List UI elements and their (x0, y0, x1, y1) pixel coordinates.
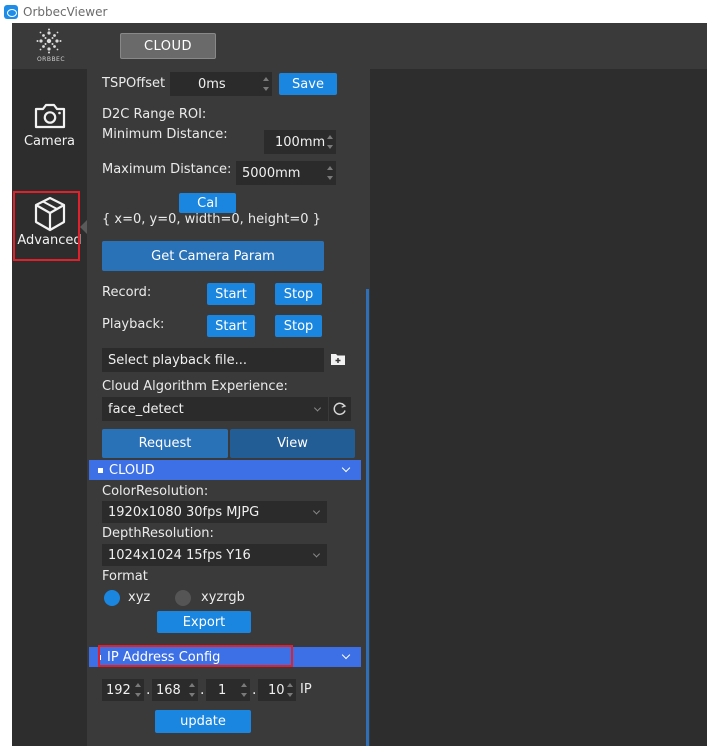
depth-resolution-select[interactable]: 1024x1024 15fps Y16 (102, 544, 327, 566)
view-button[interactable]: View (230, 429, 355, 458)
ip-dot: . (252, 682, 257, 698)
request-button[interactable]: Request (102, 429, 228, 458)
section-bullet-icon (98, 467, 103, 473)
playback-start-button[interactable]: Start (207, 315, 255, 337)
playback-stop-button[interactable]: Stop (275, 315, 322, 337)
record-label: Record: (102, 285, 152, 300)
max-distance-spinner[interactable] (326, 166, 334, 180)
playback-file-input[interactable]: Select playback file... (102, 348, 324, 372)
radio-xyz-label: xyz (128, 590, 151, 605)
depth-resolution-value: 1024x1024 15fps Y16 (108, 547, 251, 563)
depth-resolution-label: DepthResolution: (102, 526, 214, 541)
ip-config-highlight-box (98, 645, 293, 667)
ip-octet-3-value: 1 (218, 682, 227, 698)
cal-button[interactable]: Cal (179, 193, 236, 213)
sidebar-item-camera-label: Camera (23, 134, 76, 149)
orbbec-logo-icon (36, 28, 62, 54)
tsp-offset-spinner[interactable] (262, 77, 270, 91)
roi-readout: { x=0, y=0, width=0, height=0 } (102, 212, 321, 227)
ip-octet-2-value: 168 (156, 682, 181, 698)
ip-dot: . (146, 682, 151, 698)
ip-octet-1[interactable]: 192 (102, 679, 144, 701)
radio-xyz[interactable] (104, 590, 120, 606)
record-stop-button[interactable]: Stop (275, 283, 322, 305)
refresh-button[interactable] (329, 397, 351, 421)
radio-xyzrgb-label: xyzrgb (201, 590, 245, 605)
ip-octet-1-spinner[interactable] (134, 683, 142, 697)
sidebar-active-indicator (80, 220, 87, 234)
sidebar-item-camera[interactable]: Camera (12, 102, 87, 162)
ip-octet-2-spinner[interactable] (188, 683, 196, 697)
app-logo-icon (4, 4, 18, 19)
chevron-down-icon (341, 650, 351, 660)
folder-open-icon[interactable] (331, 353, 345, 365)
export-button[interactable]: Export (157, 611, 251, 633)
tsp-offset-input[interactable]: 0ms (170, 72, 272, 96)
max-distance-label: Maximum Distance: (102, 162, 232, 177)
radio-xyzrgb[interactable] (175, 590, 191, 606)
color-resolution-select[interactable]: 1920x1080 30fps MJPG (102, 501, 327, 523)
min-distance-label: Minimum Distance: (102, 127, 228, 142)
ip-dot: . (200, 682, 205, 698)
min-distance-value: 100mm (275, 134, 326, 150)
cloud-algo-selected: face_detect (108, 401, 184, 417)
ip-octet-1-value: 192 (106, 682, 131, 698)
update-button[interactable]: update (155, 710, 251, 733)
ip-octet-3-spinner[interactable] (240, 683, 248, 697)
min-distance-spinner[interactable] (326, 135, 334, 149)
preview-area (370, 69, 707, 746)
ip-octet-2[interactable]: 168 (152, 679, 198, 701)
panel-scrollbar[interactable] (366, 289, 369, 746)
cloud-mode-button[interactable]: CLOUD (120, 33, 216, 59)
refresh-icon (333, 402, 347, 416)
chevron-down-icon (312, 550, 321, 558)
ip-label: IP (300, 682, 312, 697)
cloud-section-header[interactable]: CLOUD (89, 460, 361, 480)
color-resolution-label: ColorResolution: (102, 484, 209, 499)
window-title: OrbbecViewer (23, 4, 108, 19)
save-button[interactable]: Save (279, 73, 337, 95)
playback-label: Playback: (102, 317, 165, 332)
chevron-down-icon (313, 404, 322, 412)
cloud-algo-select[interactable]: face_detect (102, 397, 328, 421)
cloud-section-title: CLOUD (109, 462, 155, 478)
camera-icon (34, 103, 65, 129)
top-bar: ORBBEC CLOUD (12, 23, 707, 69)
ip-octet-3[interactable]: 1 (206, 679, 250, 701)
cloud-algo-label: Cloud Algorithm Experience: (102, 379, 288, 394)
min-distance-input[interactable]: 100mm (264, 130, 336, 154)
format-label: Format (102, 569, 148, 584)
record-start-button[interactable]: Start (207, 283, 255, 305)
logo-text: ORBBEC (36, 56, 66, 63)
ip-octet-4[interactable]: 10 (258, 679, 296, 701)
advanced-highlight-box (13, 191, 80, 261)
tsp-offset-value: 0ms (198, 76, 226, 92)
d2c-title: D2C Range ROI: (102, 107, 207, 122)
color-resolution-value: 1920x1080 30fps MJPG (108, 504, 260, 520)
chevron-down-icon (312, 507, 321, 515)
sidebar (12, 69, 87, 746)
max-distance-input[interactable]: 5000mm (236, 161, 336, 185)
ip-octet-4-value: 10 (268, 682, 285, 698)
tsp-offset-label: TSPOffset (102, 76, 166, 91)
max-distance-value: 5000mm (242, 165, 301, 181)
get-camera-param-button[interactable]: Get Camera Param (102, 241, 324, 271)
chevron-down-icon (341, 463, 351, 473)
ip-octet-4-spinner[interactable] (286, 683, 294, 697)
orbbec-logo: ORBBEC (30, 28, 68, 64)
title-bar: OrbbecViewer (0, 0, 707, 23)
